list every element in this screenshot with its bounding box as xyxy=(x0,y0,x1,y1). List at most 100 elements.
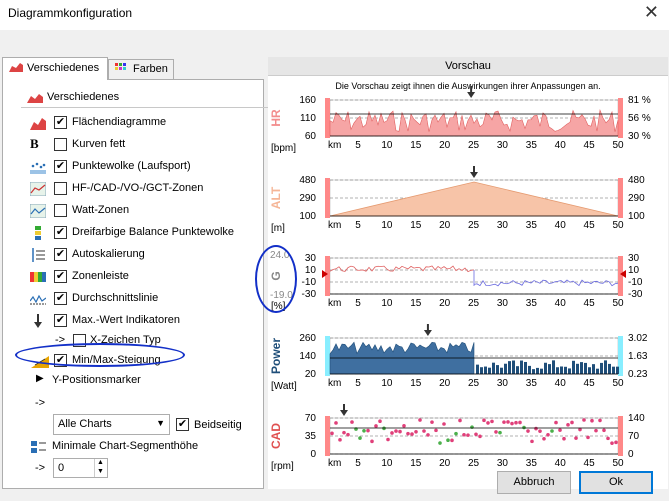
option-min-max-steigung[interactable]: ✔ Min/Max-Steigung xyxy=(30,351,260,371)
power-bar xyxy=(492,362,495,374)
left-tick-label: 140 xyxy=(299,351,316,362)
power-bar xyxy=(596,368,599,374)
tab-label: Farben xyxy=(133,63,168,75)
scatter-icon xyxy=(30,162,46,174)
x-tick-label: 50 xyxy=(612,458,624,469)
power-bar xyxy=(484,366,487,374)
checkbox[interactable] xyxy=(73,334,86,347)
power-bar xyxy=(580,362,583,374)
power-bar xyxy=(560,366,563,374)
checkbox[interactable]: ✔ xyxy=(54,226,67,239)
cadence-point xyxy=(546,432,550,437)
chart-label: CAD xyxy=(269,423,283,449)
chart-unit: [m] xyxy=(271,223,285,234)
option-watt-zonen[interactable]: Watt-Zonen xyxy=(30,201,260,221)
max-indicator-arrow xyxy=(470,172,478,178)
option-kurven-fett[interactable]: B Kurven fett xyxy=(30,135,260,155)
x-tick-label: 15 xyxy=(410,298,422,309)
x-tick-label: 40 xyxy=(555,378,567,389)
power-bar xyxy=(584,362,587,374)
checkbox[interactable] xyxy=(54,204,67,217)
x-unit: km xyxy=(328,220,341,231)
checkbox[interactable] xyxy=(54,138,67,151)
segment-icon xyxy=(31,441,46,453)
cadence-point xyxy=(614,440,618,445)
zones-icon xyxy=(30,182,46,196)
option-autoskalierung[interactable]: ✔ Autoskalierung xyxy=(30,245,260,265)
x-tick-label: 5 xyxy=(355,220,361,231)
x-tick-label: 10 xyxy=(381,220,393,231)
checkbox[interactable]: ✔ xyxy=(54,248,67,261)
cadence-point xyxy=(330,431,334,436)
checkbox[interactable]: ✔ xyxy=(54,314,67,327)
right-tick-label: 70 xyxy=(628,431,640,442)
left-tick-label: 160 xyxy=(299,95,316,106)
cadence-point xyxy=(358,436,362,440)
max-indicator-arrow xyxy=(340,410,348,416)
power-bar xyxy=(528,365,531,374)
tab-farben[interactable]: Farben xyxy=(108,59,174,79)
cadence-point xyxy=(410,432,414,436)
right-tick-label: 56 % xyxy=(628,113,651,124)
checkbox[interactable]: ✔ xyxy=(54,116,67,129)
right-tick-label: 0 xyxy=(628,449,634,460)
x-tick-label: 35 xyxy=(526,298,538,309)
cadence-point xyxy=(426,433,430,437)
cadence-point xyxy=(458,418,462,423)
zone-marker-right xyxy=(618,416,623,456)
max-arrow-icon xyxy=(34,314,42,328)
y-position-row: -> xyxy=(30,393,260,413)
options-panel: Verschiedenes ✔ Flächendiagramme B Kurve… xyxy=(2,79,271,489)
cadence-point xyxy=(542,436,546,441)
power-bar xyxy=(548,364,551,374)
x-tick-label: 15 xyxy=(410,140,422,151)
x-tick-label: 20 xyxy=(439,378,451,389)
checkbox[interactable] xyxy=(54,182,67,195)
option-dreifarbig[interactable]: ✔ Dreifarbige Balance Punktewolke xyxy=(30,223,260,243)
cancel-button[interactable]: Abbruch xyxy=(497,471,571,494)
cadence-point xyxy=(566,423,570,427)
cadence-point xyxy=(334,421,338,425)
right-tick-label: 30 % xyxy=(628,131,651,142)
close-icon[interactable]: ✕ xyxy=(644,2,659,23)
spin-down-icon[interactable]: ▼ xyxy=(94,468,106,477)
option-label: Dreifarbige Balance Punktewolke xyxy=(72,226,235,238)
option-max-wert[interactable]: ✔ Max.-Wert Indikatoren xyxy=(30,311,260,331)
zone-marker-right xyxy=(618,256,623,296)
zone-marker-left xyxy=(325,98,330,138)
cadence-point xyxy=(446,438,450,442)
cadence-point xyxy=(498,430,502,435)
x-tick-label: 25 xyxy=(468,458,480,469)
cadence-point xyxy=(602,428,606,433)
zone-marker-left xyxy=(325,336,330,376)
power-bar xyxy=(576,363,579,374)
both-sides-checkbox[interactable]: ✔ xyxy=(176,418,189,431)
option-flaechendiagramme[interactable]: ✔ Flächendiagramme xyxy=(30,113,260,133)
checkbox[interactable]: ✔ xyxy=(54,160,67,173)
checkbox[interactable]: ✔ xyxy=(54,270,67,283)
preview-area: Die Vorschau zeigt ihnen die Auswirkunge… xyxy=(268,76,668,489)
tab-label: Verschiedenes xyxy=(27,62,100,74)
option-durchschnittslinie[interactable]: ✔ Durchschnittslinie xyxy=(30,289,260,309)
ok-button[interactable]: Ok xyxy=(579,471,653,494)
checkbox[interactable]: ✔ xyxy=(54,354,67,367)
power-bar xyxy=(496,365,499,374)
checkbox[interactable]: ✔ xyxy=(54,292,67,305)
cadence-point xyxy=(418,418,422,422)
option-zonenleiste[interactable]: ✔ Zonenleiste xyxy=(30,267,260,287)
spin-up-icon[interactable]: ▲ xyxy=(94,459,106,468)
cadence-point xyxy=(414,429,418,434)
plot-area xyxy=(329,417,619,455)
tab-verschiedenes[interactable]: Verschiedenes xyxy=(2,57,108,80)
option-hf-zonen[interactable]: HF-/CAD-/VO-/GCT-Zonen xyxy=(30,179,260,199)
option-punktewolke[interactable]: ✔ Punktewolke (Laufsport) xyxy=(30,157,260,177)
left-tick-label: 110 xyxy=(300,113,316,124)
cadence-point xyxy=(606,436,610,441)
title-bar: Diagrammkonfiguration ✕ xyxy=(0,0,669,30)
chart-unit: [rpm] xyxy=(271,461,294,472)
option-x-zeichen[interactable]: -> X-Zeichen Typ xyxy=(30,331,260,351)
cadence-point xyxy=(526,429,530,433)
y-position-select[interactable]: Alle Charts ▼ xyxy=(53,414,170,435)
segment-height-input[interactable]: 0 ▲ ▼ xyxy=(53,458,108,478)
cadence-point xyxy=(502,420,506,424)
